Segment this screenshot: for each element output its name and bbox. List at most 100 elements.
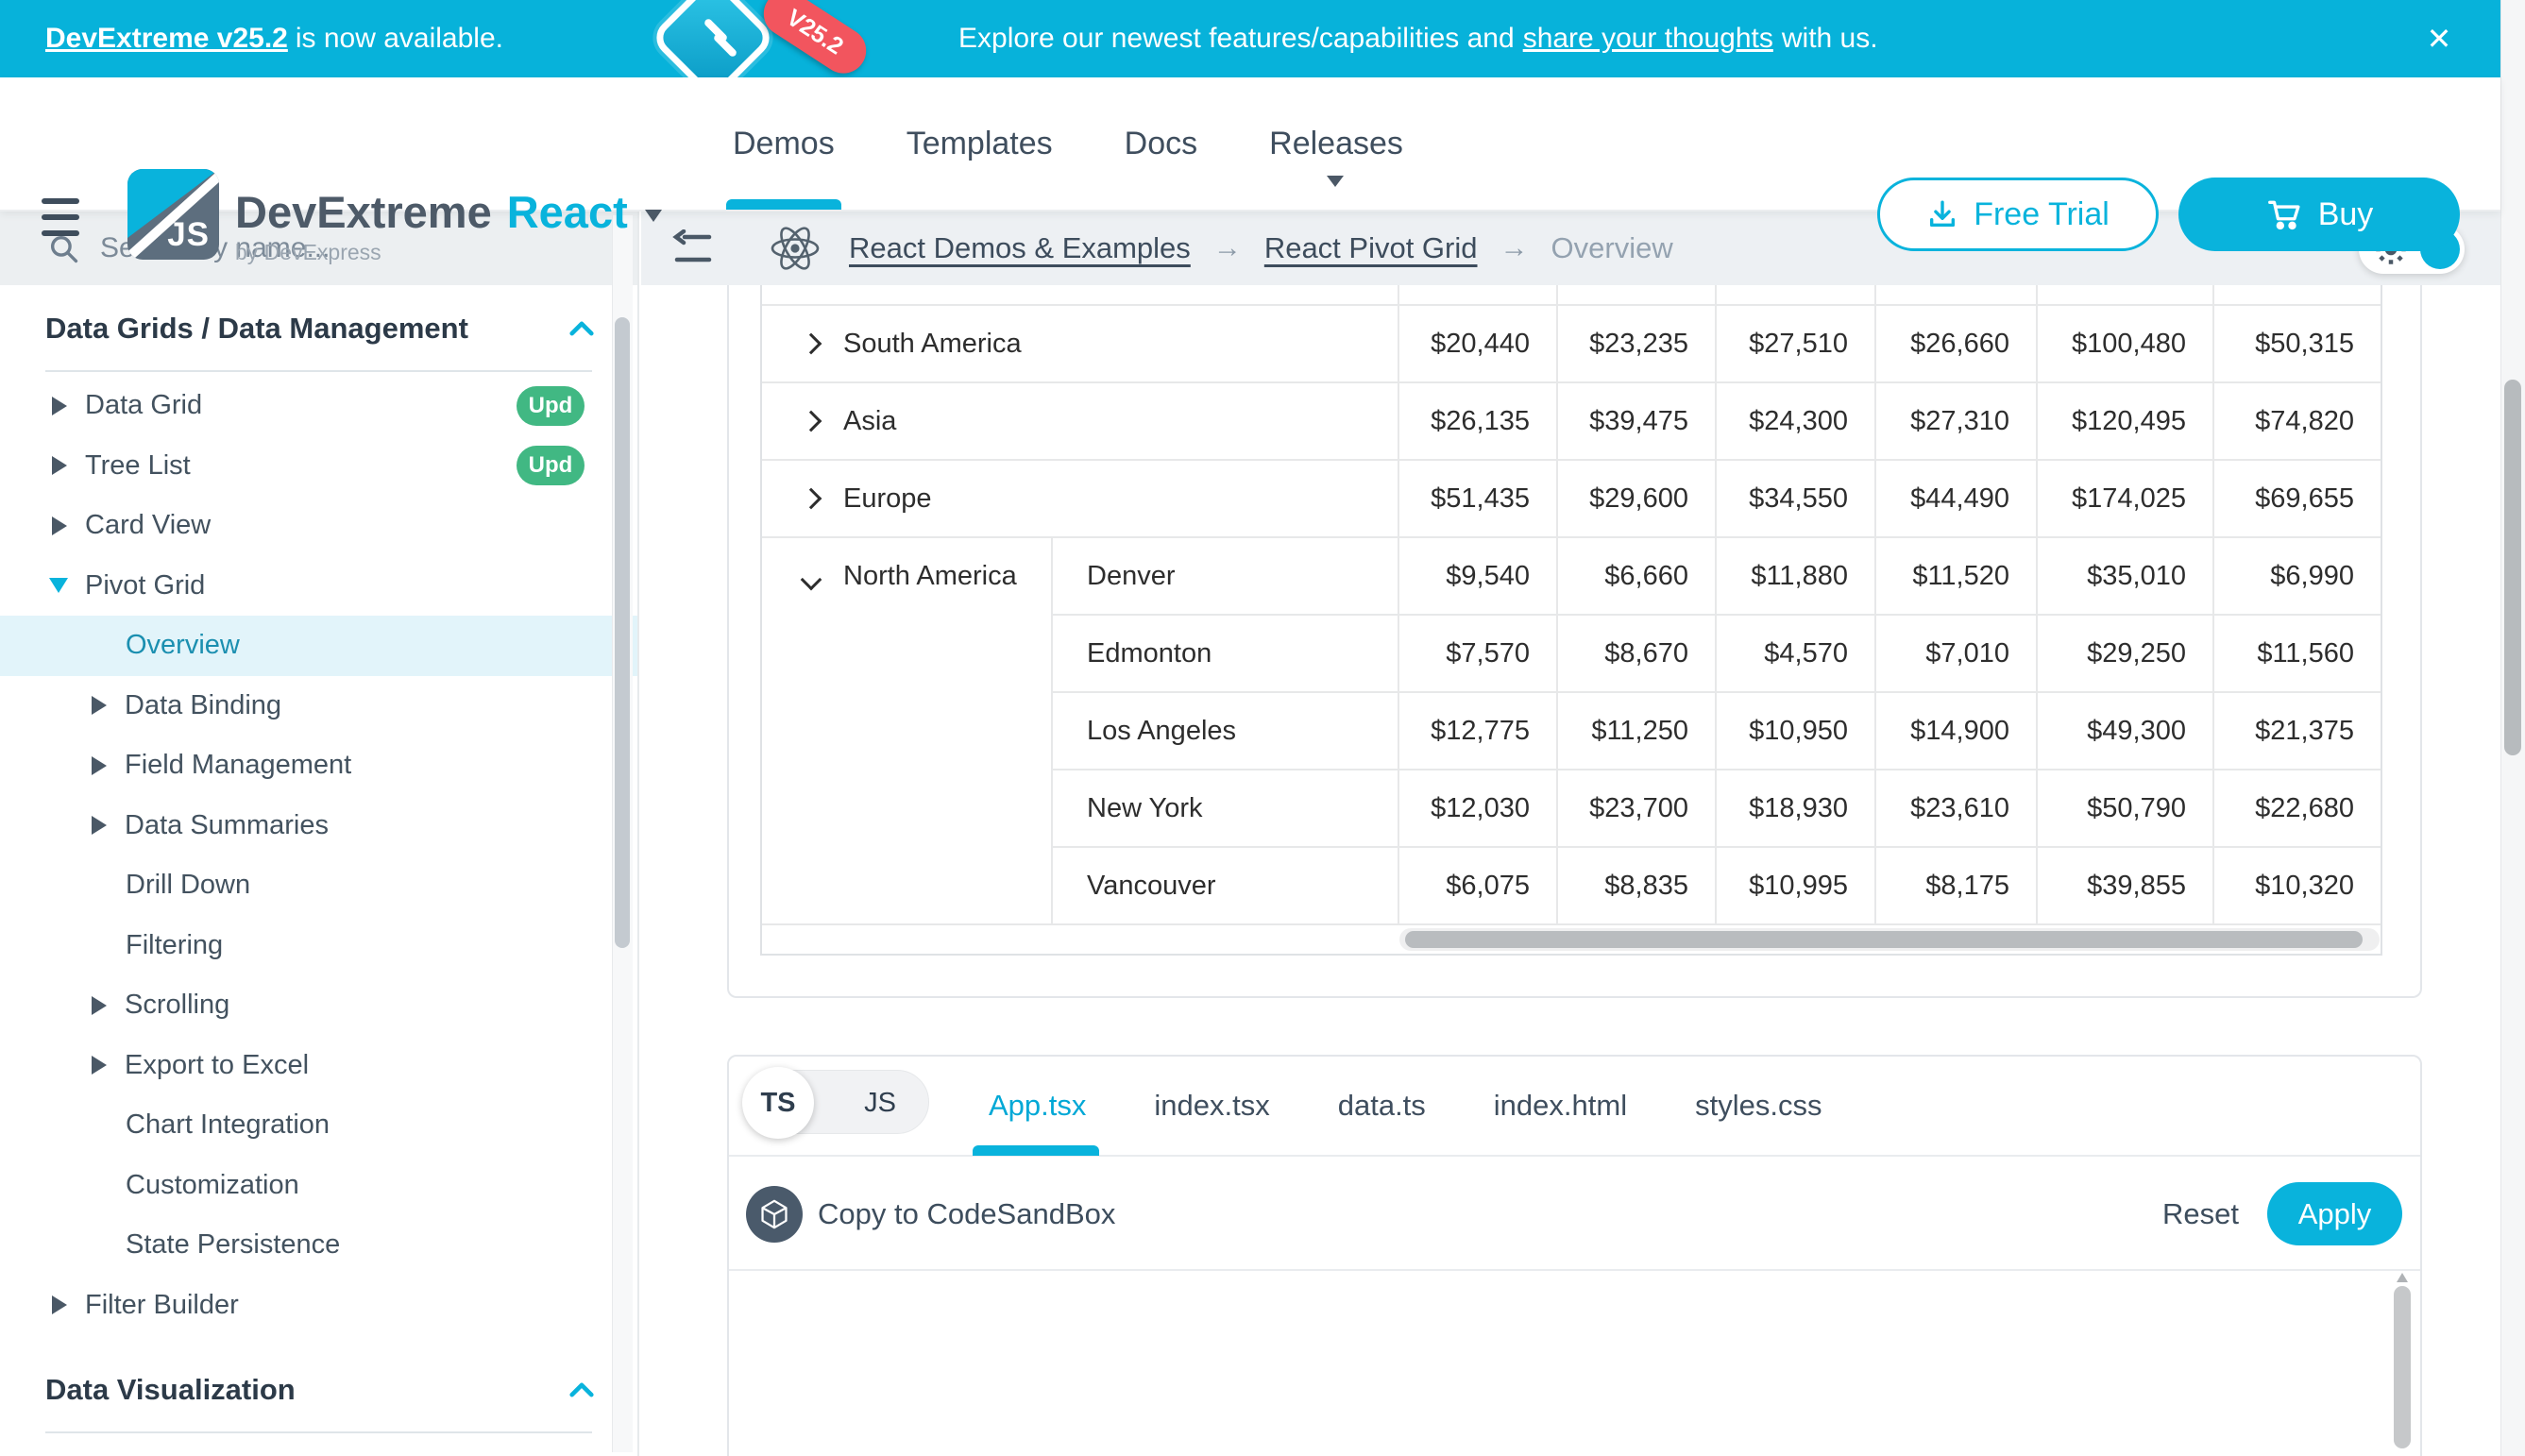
tab-index-tsx[interactable]: index.tsx <box>1154 1089 1269 1123</box>
pivot-row-north-america[interactable]: North America <box>762 538 1053 925</box>
framework-name: React <box>507 186 628 238</box>
arrow-right-icon <box>52 516 67 535</box>
pivot-value: $8,175 <box>1876 848 2038 925</box>
sidebar-item-data-grid[interactable]: Data Grid Upd <box>0 376 637 436</box>
arrow-right-icon <box>92 996 107 1015</box>
sidebar-item-pivot-grid[interactable]: Pivot Grid <box>0 556 637 617</box>
apply-button[interactable]: Apply <box>2267 1182 2402 1245</box>
pivot-hscrollbar-thumb[interactable] <box>1405 931 2363 948</box>
code-panel: TS JS App.tsx index.tsx data.ts index.html s… <box>727 1055 2422 1456</box>
codesandbox-icon[interactable] <box>746 1186 803 1243</box>
pivot-value: $20,440 <box>1399 306 1558 383</box>
pivot-value: $35,010 <box>2038 538 2214 616</box>
pivot-row-europe[interactable]: Europe <box>762 461 1399 538</box>
code-editor[interactable]: import React, { useEffect, useRef } from… <box>729 1271 2420 1456</box>
sidebar-item-filter-builder[interactable]: Filter Builder <box>0 1276 637 1336</box>
sidebar-item-field-management[interactable]: Field Management <box>0 736 637 796</box>
pivot-value: $50,315 <box>2214 306 2381 383</box>
reset-button[interactable]: Reset <box>2162 1157 2239 1271</box>
banner-version-link[interactable]: DevExtreme v25.2 <box>45 23 288 55</box>
brand[interactable]: DevExtreme React by DevExpress <box>235 186 662 265</box>
tab-index-html[interactable]: index.html <box>1494 1089 1627 1123</box>
chevron-down-icon[interactable] <box>645 210 662 222</box>
sidebar-item-label: Data Binding <box>125 690 281 721</box>
pivot-value: $7,010 <box>1876 616 2038 693</box>
sidebar-item-data-summaries[interactable]: Data Summaries <box>0 796 637 856</box>
sidebar-item-drill-down[interactable]: Drill Down <box>0 855 637 916</box>
main-header: JS DevExtreme React by DevExpress DemosT… <box>0 77 2500 212</box>
code-toolbar: Copy to CodeSandBox Reset Apply <box>729 1157 2420 1271</box>
arrow-right-icon <box>92 816 107 835</box>
chevron-up-icon <box>569 1381 594 1398</box>
devextreme-js-logo[interactable]: JS <box>127 169 219 260</box>
pivot-row-edmonton: Edmonton <box>1053 616 1399 693</box>
pivot-row-south-america[interactable]: South America <box>762 306 1399 383</box>
pivot-value: $29,600 <box>1558 461 1717 538</box>
pivot-row-denver: Denver <box>1053 538 1399 616</box>
arrow-right-icon <box>92 756 107 775</box>
nav-label: Docs <box>1125 126 1197 162</box>
pivot-value: $51,435 <box>1399 461 1558 538</box>
nav-demos[interactable]: Demos <box>733 77 835 210</box>
arrow-right-icon <box>92 696 107 715</box>
sidebar-item-customization[interactable]: Customization <box>0 1156 637 1216</box>
page-scrollbar-thumb[interactable] <box>2504 380 2521 755</box>
sidebar-item-data-binding[interactable]: Data Binding <box>0 676 637 736</box>
tab-app-tsx[interactable]: App.tsx <box>989 1089 1086 1123</box>
pivot-value: $100,480 <box>2038 306 2214 383</box>
pivot-partial-cell <box>2214 285 2381 306</box>
pivot-value: $27,510 <box>1717 306 1876 383</box>
sidebar-section-data-grids[interactable]: Data Grids / Data Management <box>0 300 637 357</box>
sidebar-item-state-persistence[interactable]: State Persistence <box>0 1215 637 1276</box>
free-trial-button[interactable]: Free Trial <box>1877 178 2159 251</box>
sidebar-item-label: Export to Excel <box>125 1050 309 1081</box>
demo-panel: South America$20,440$23,235$27,510$26,66… <box>727 285 2422 998</box>
sidebar-item-tree-list[interactable]: Tree ListUpd <box>0 436 637 497</box>
sidebar-section-data-visualization[interactable]: Data Visualization <box>0 1362 637 1418</box>
pivot-partial-cell <box>1876 285 2038 306</box>
chevron-up-icon <box>569 320 594 337</box>
language-option-js[interactable]: JS <box>864 1071 896 1135</box>
sidebar-item-overview[interactable]: Overview <box>0 616 637 676</box>
copy-to-codesandbox-button[interactable]: Copy to CodeSandBox <box>818 1157 1115 1271</box>
tab-styles-css[interactable]: styles.css <box>1695 1089 1822 1123</box>
banner-logo: V25.2 <box>600 0 883 77</box>
pivot-row-asia[interactable]: Asia <box>762 383 1399 461</box>
nav-templates[interactable]: Templates <box>907 77 1053 210</box>
sidebar-item-label: Chart Integration <box>126 1109 330 1141</box>
pivot-value: $22,680 <box>2214 770 2381 848</box>
buy-button[interactable]: Buy <box>2178 178 2460 251</box>
pivot-partial-cell <box>2038 285 2214 306</box>
breadcrumb-react-pivot-grid[interactable]: React Pivot Grid <box>1264 231 1478 265</box>
sidebar-item-card-view[interactable]: Card View <box>0 496 637 556</box>
pivot-value: $12,775 <box>1399 693 1558 770</box>
arrow-down-icon <box>49 578 68 593</box>
search-icon <box>47 232 79 264</box>
close-icon[interactable]: ✕ <box>2406 0 2472 77</box>
share-thoughts-link[interactable]: share your thoughts <box>1523 23 1773 55</box>
breadcrumb-overview: Overview <box>1551 231 1673 265</box>
language-toggle[interactable]: TS JS <box>744 1070 929 1134</box>
sidebar-item-filtering[interactable]: Filtering <box>0 916 637 976</box>
nav-docs[interactable]: Docs <box>1125 77 1197 210</box>
hamburger-menu-icon[interactable] <box>42 198 79 236</box>
arrow-right-icon <box>92 1056 107 1075</box>
row-label: Europe <box>843 483 932 515</box>
breadcrumb-react-demos-examples[interactable]: React Demos & Examples <box>849 231 1191 265</box>
sidebar-item-label: Field Management <box>125 750 351 781</box>
pivot-row-los-angeles: Los Angeles <box>1053 693 1399 770</box>
sidebar-item-export-to-excel[interactable]: Export to Excel <box>0 1036 637 1096</box>
sidebar-scrollbar-thumb[interactable] <box>615 317 630 948</box>
sidebar-item-chart-integration[interactable]: Chart Integration <box>0 1095 637 1156</box>
updated-badge: Upd <box>517 386 585 426</box>
nav-releases[interactable]: Releases <box>1269 77 1403 210</box>
cart-icon <box>2265 196 2301 232</box>
code-scrollbar-thumb[interactable] <box>2394 1286 2411 1448</box>
sidebar-item-scrolling[interactable]: Scrolling <box>0 975 637 1036</box>
language-option-ts[interactable]: TS <box>742 1067 814 1139</box>
sidebar-item-label: Data Grid <box>85 390 202 421</box>
tab-data-ts[interactable]: data.ts <box>1338 1089 1426 1123</box>
pivot-row-vancouver: Vancouver <box>1053 848 1399 925</box>
scroll-up-arrow-icon[interactable] <box>2397 1273 2408 1282</box>
promo-banner: DevExtreme v25.2 is now available. V25.2… <box>0 0 2500 77</box>
